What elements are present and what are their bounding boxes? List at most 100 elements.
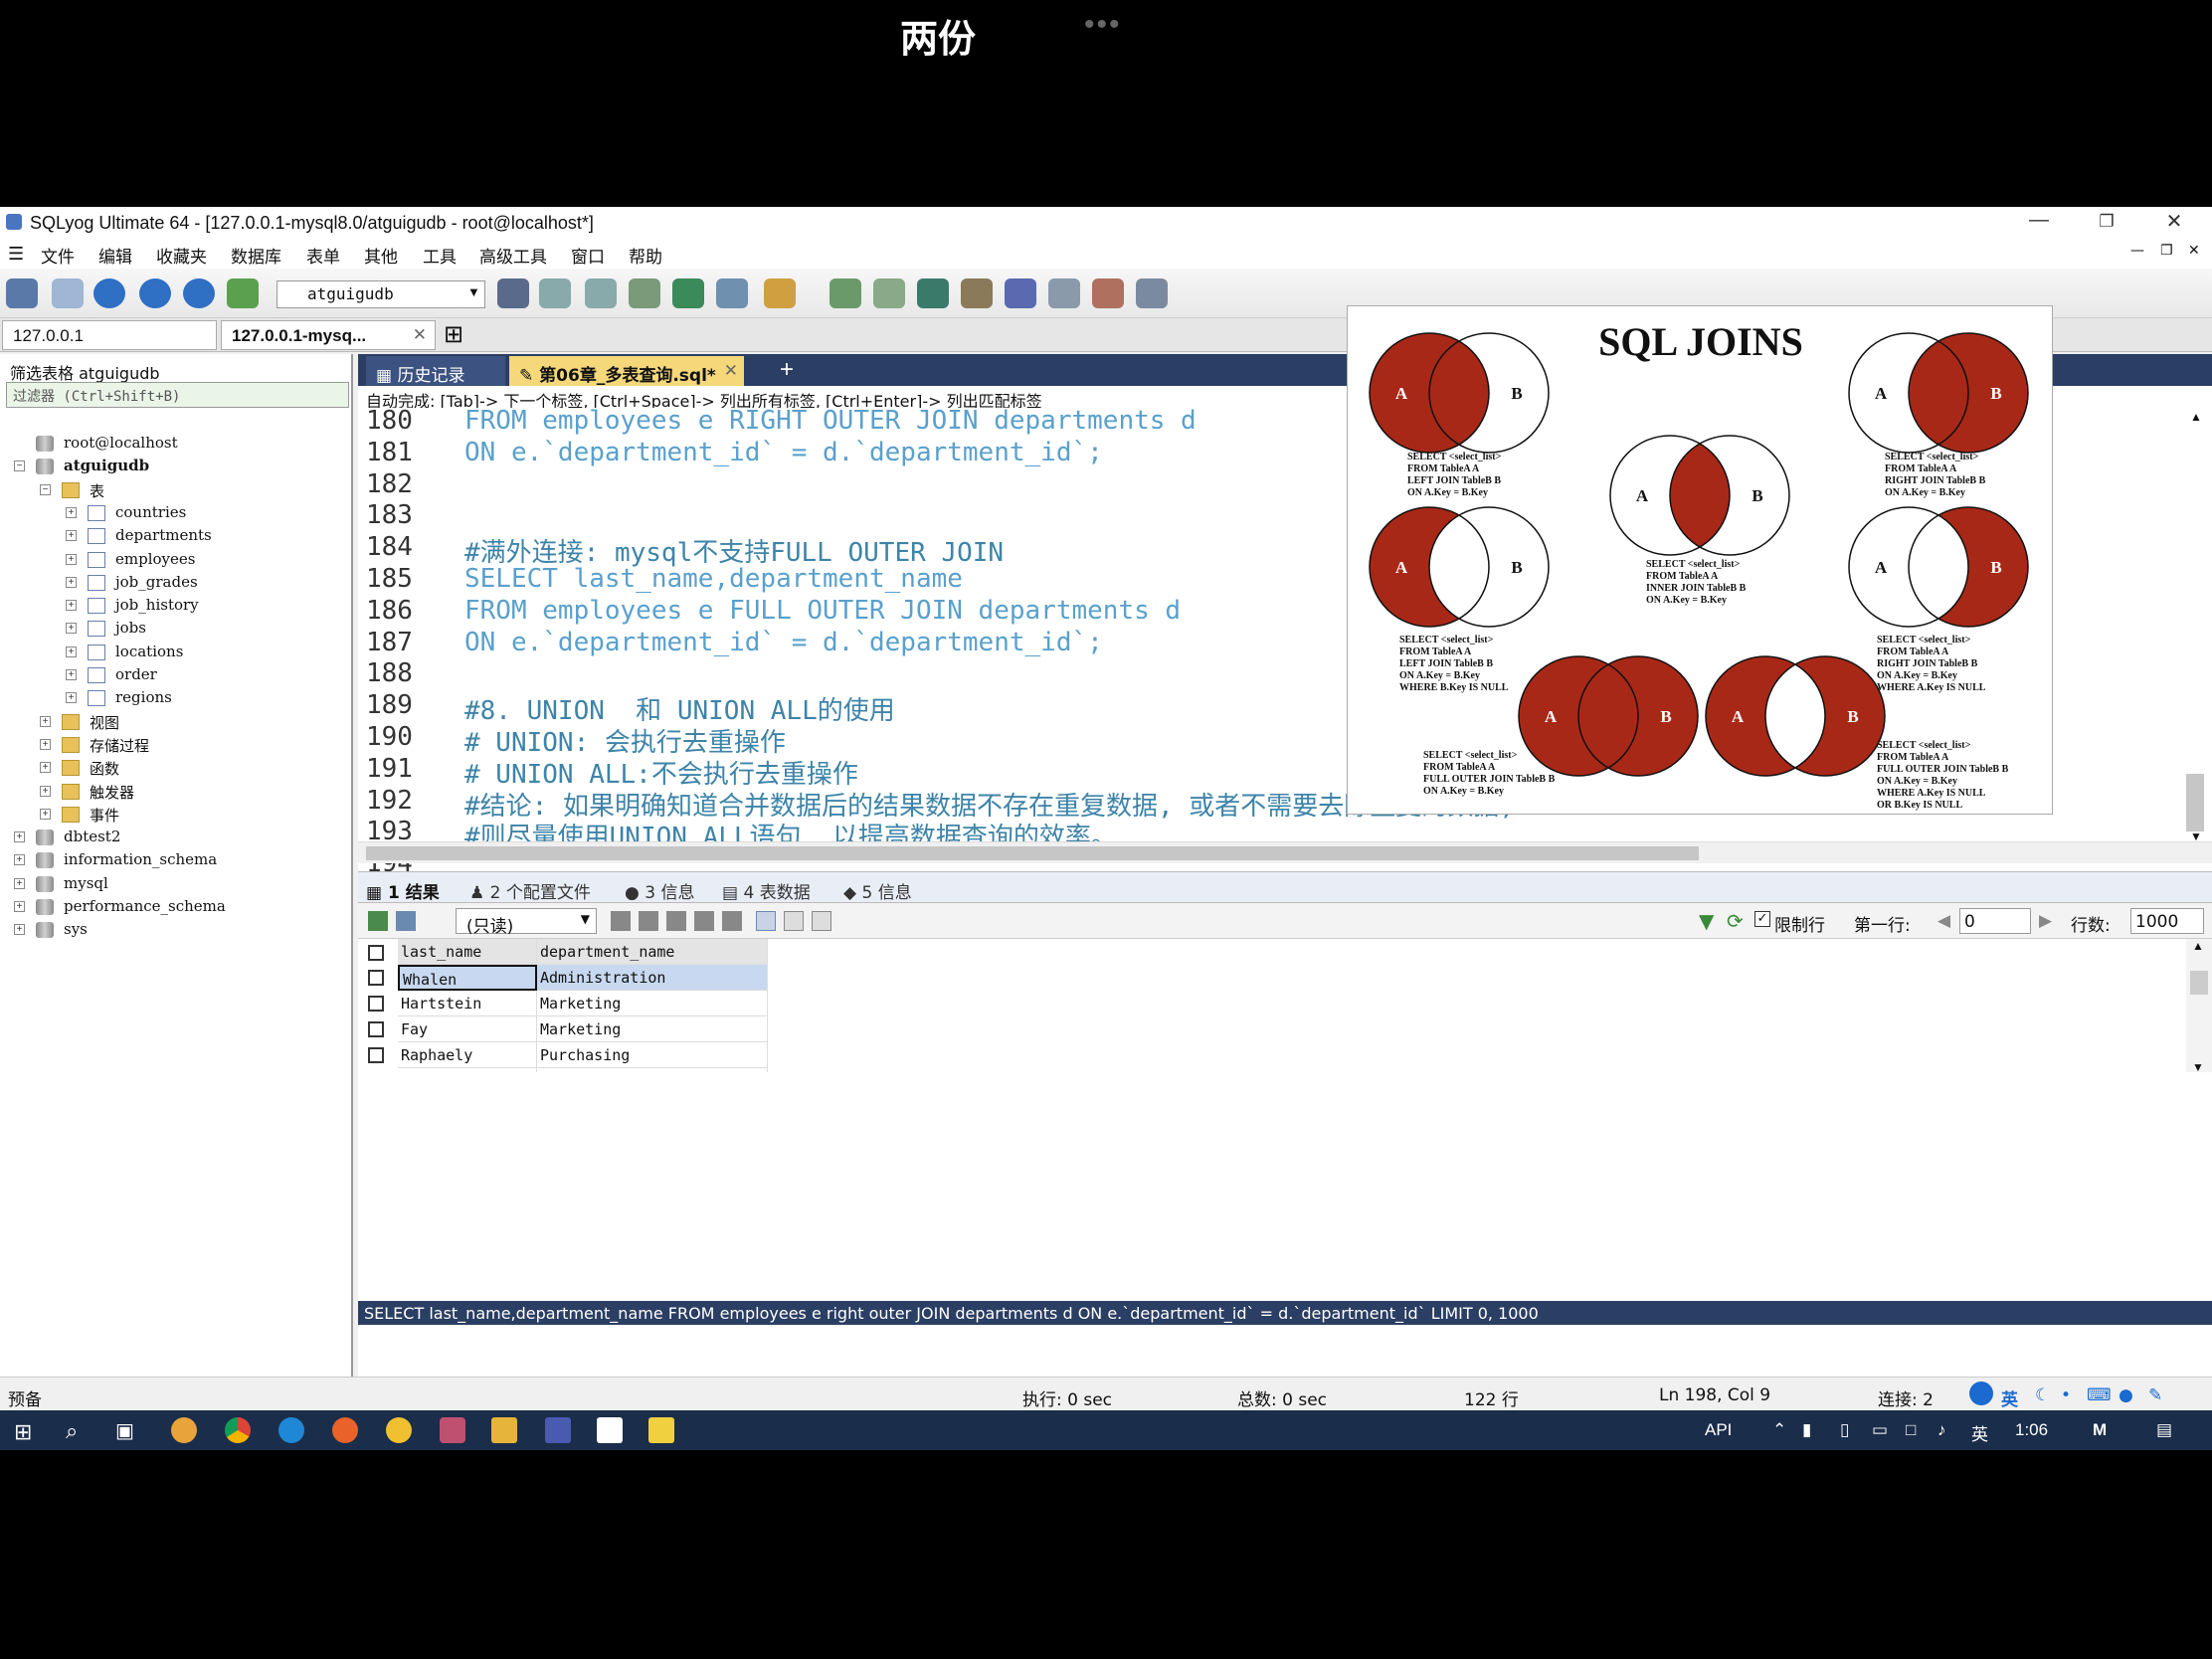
task-view-icon[interactable]: ▣ (115, 1418, 134, 1443)
row-checkbox[interactable] (368, 996, 384, 1012)
result-scroll-thumb[interactable] (2190, 971, 2208, 995)
execute-all-icon[interactable] (183, 278, 215, 308)
profiler-icon[interactable] (1048, 278, 1080, 308)
expand-icon[interactable]: + (40, 738, 51, 750)
tree-db-sys[interactable]: sys (64, 920, 88, 938)
tray-volume-icon[interactable]: ♪ (1937, 1420, 1946, 1440)
tray-phone-icon[interactable]: ▯ (1840, 1420, 1849, 1440)
prev-page-icon[interactable]: ◀ (1937, 911, 1950, 931)
tab-profile[interactable]: ♟ 2 个配置文件 (469, 878, 591, 903)
column-header[interactable]: department_name (537, 939, 768, 965)
ime-keyboard-icon[interactable]: ⌨ (2087, 1385, 2112, 1405)
ime-moon-icon[interactable]: ☾ (2035, 1385, 2050, 1405)
restore-icon[interactable]: ❐ (2087, 212, 2126, 232)
tree-table-employees[interactable]: employees (115, 550, 195, 568)
tree-root-connection[interactable]: root@localhost (64, 434, 178, 452)
app-icon-pink[interactable] (440, 1417, 465, 1443)
expand-icon[interactable]: + (66, 506, 77, 518)
table-cell[interactable]: Hartstein (398, 991, 537, 1016)
mdi-minimize-icon[interactable]: — (2130, 243, 2144, 259)
export-icon[interactable] (672, 278, 704, 308)
menu-favorites[interactable]: 收藏夹 (156, 243, 207, 268)
tray-clock[interactable]: 1:06 (2015, 1420, 2048, 1440)
scroll-up-icon[interactable]: ▲ (2190, 410, 2202, 424)
ime-punct-icon[interactable]: • (2061, 1385, 2071, 1405)
menu-other[interactable]: 其他 (364, 243, 398, 268)
app-icon-notepad[interactable] (648, 1417, 674, 1443)
menu-window[interactable]: 窗口 (571, 243, 605, 268)
select-all-checkbox[interactable] (368, 945, 384, 961)
close-tab-icon[interactable]: ✕ (413, 325, 427, 345)
windows-start-icon[interactable]: ⊞ (14, 1419, 32, 1445)
menu-edit[interactable]: 编辑 (98, 243, 132, 268)
tray-network-icon[interactable]: □ (1906, 1420, 1916, 1440)
add-tab-icon[interactable]: ⊞ (444, 320, 463, 349)
row-checkbox[interactable] (368, 970, 384, 986)
expand-icon[interactable]: + (14, 924, 25, 936)
cancel-row-icon[interactable] (722, 911, 742, 931)
more-tools-icon[interactable] (1136, 278, 1168, 308)
code-line[interactable]: FROM employees e FULL OUTER JOIN departm… (464, 596, 1181, 626)
menu-advanced-tools[interactable]: 高级工具 (479, 243, 547, 268)
expand-icon[interactable]: − (14, 461, 25, 472)
edge-icon[interactable] (278, 1417, 304, 1443)
expand-icon[interactable]: + (66, 530, 77, 542)
tree-folder-3[interactable]: 触发器 (90, 782, 134, 803)
menu-tools[interactable]: 工具 (423, 243, 457, 268)
editor-vscrollbar[interactable] (2186, 774, 2204, 831)
close-icon[interactable]: ✕ (2154, 209, 2194, 234)
ime-logo-icon[interactable] (1969, 1382, 1993, 1405)
tree-db-mysql[interactable]: mysql (64, 874, 108, 892)
filter-icon[interactable]: ▼ (1699, 909, 1714, 933)
tree-db-information_schema[interactable]: information_schema (64, 850, 217, 868)
query-builder-icon[interactable] (764, 278, 796, 308)
expand-icon[interactable]: + (66, 600, 77, 612)
visual-schema-icon[interactable] (1092, 278, 1124, 308)
firefox-icon[interactable] (332, 1417, 358, 1443)
expand-icon[interactable]: + (40, 785, 51, 797)
search-icon[interactable]: ⌕ (66, 1418, 78, 1444)
duplicate-row-icon[interactable] (639, 911, 658, 931)
expand-icon[interactable]: + (40, 762, 51, 774)
expand-icon[interactable]: + (66, 553, 77, 565)
code-line[interactable]: SELECT last_name,department_name (464, 564, 963, 594)
insert-row-icon[interactable] (611, 911, 631, 931)
migrate-icon[interactable] (917, 278, 949, 308)
grid-view-icon[interactable] (756, 911, 776, 931)
table-cell[interactable]: Marketing (537, 991, 768, 1016)
next-page-icon[interactable]: ▶ (2039, 911, 2052, 931)
table-cell[interactable]: Whalen (398, 965, 537, 991)
tree-table-jobs[interactable]: jobs (115, 619, 146, 637)
column-header[interactable]: last_name (398, 939, 537, 965)
tab-result[interactable]: ▦ 1 结果 (366, 878, 440, 903)
new-query-icon[interactable] (93, 278, 125, 308)
tab-query-file[interactable]: ✎ 第06章_多表查询.sql* ✕ (509, 356, 744, 386)
user-manager-icon[interactable] (497, 278, 529, 308)
code-line[interactable]: FROM employees e RIGHT OUTER JOIN depart… (464, 406, 1197, 436)
expand-icon[interactable]: + (40, 808, 51, 820)
tree-folder-tables[interactable]: 表 (90, 480, 104, 501)
tree-folder-2[interactable]: 函数 (90, 758, 119, 779)
data-sync-icon[interactable] (873, 278, 905, 308)
table-cell[interactable]: Fay (398, 1016, 537, 1042)
tab-history[interactable]: ▦ 历史记录 (366, 356, 505, 386)
file-explorer-icon[interactable] (491, 1417, 517, 1443)
stop-icon[interactable] (227, 278, 259, 308)
result-options-icon[interactable] (396, 911, 416, 931)
rows-input[interactable]: 1000 (2130, 908, 2204, 934)
tab-connection-2[interactable]: 127.0.0.1-mysq... ✕ (221, 320, 436, 350)
tree-table-locations[interactable]: locations (115, 643, 183, 660)
tray-lang[interactable]: 英 (1971, 1420, 1988, 1445)
expand-icon[interactable]: + (14, 854, 25, 866)
tray-chevron-icon[interactable]: ⌃ (1772, 1420, 1786, 1440)
row-checkbox[interactable] (368, 1047, 384, 1063)
export-result-icon[interactable] (368, 911, 388, 931)
result-mode-select[interactable]: (只读) ▼ (456, 908, 597, 937)
expand-icon[interactable]: + (66, 576, 77, 588)
tree-folder-0[interactable]: 视图 (90, 712, 119, 733)
backup-icon[interactable] (539, 278, 571, 308)
tree-table-order[interactable]: order (115, 665, 157, 683)
import-icon[interactable] (629, 278, 660, 308)
refresh-icon[interactable]: ⟳ (1727, 909, 1744, 933)
expand-icon[interactable]: + (14, 877, 25, 889)
